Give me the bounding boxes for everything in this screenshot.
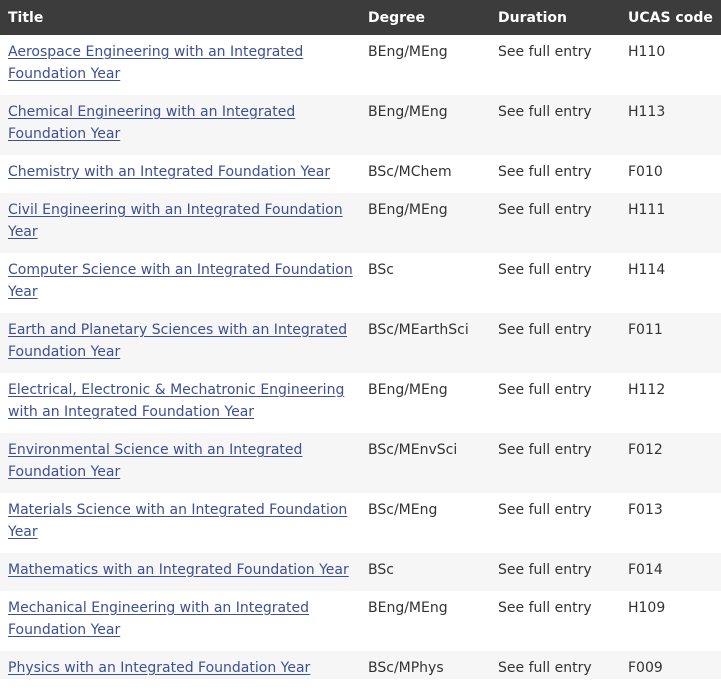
table-row: Mechanical Engineering with an Integrate… [0,591,721,651]
header-ucas-code: UCAS code [628,9,713,26]
header-row: Title Degree Duration UCAS code [0,0,721,35]
ucas-code-cell: H110 [628,44,666,60]
ucas-code-cell: F012 [628,442,663,458]
table-body: Aerospace Engineering with an Integrated… [0,35,721,679]
ucas-code-cell: F009 [628,660,663,676]
table-row: Materials Science with an Integrated Fou… [0,493,721,553]
duration-cell: See full entry [498,262,592,278]
ucas-code-cell: H112 [628,382,666,398]
degree-cell: BSc/MEng [368,502,438,518]
degree-cell: BEng/MEng [368,202,448,218]
ucas-code-cell: F014 [628,562,663,578]
table-row: Electrical, Electronic & Mechatronic Eng… [0,373,721,433]
course-link[interactable]: Materials Science with an Integrated Fou… [8,502,347,540]
duration-cell: See full entry [498,164,592,180]
ucas-code-cell: H109 [628,600,666,616]
duration-cell: See full entry [498,660,592,676]
ucas-code-cell: F011 [628,322,663,338]
duration-cell: See full entry [498,442,592,458]
ucas-code-cell: H114 [628,262,666,278]
duration-cell: See full entry [498,562,592,578]
course-link[interactable]: Environmental Science with an Integrated… [8,442,302,480]
table-row: Aerospace Engineering with an Integrated… [0,35,721,95]
ucas-code-cell: H111 [628,202,666,218]
table-row: Chemistry with an Integrated Foundation … [0,155,721,193]
header-duration: Duration [498,9,568,26]
table-row: Computer Science with an Integrated Foun… [0,253,721,313]
course-link[interactable]: Mechanical Engineering with an Integrate… [8,600,309,638]
degree-cell: BEng/MEng [368,382,448,398]
header-title: Title [8,9,44,26]
course-link[interactable]: Chemistry with an Integrated Foundation … [8,164,330,180]
course-link[interactable]: Mathematics with an Integrated Foundatio… [8,562,349,578]
table-header: Title Degree Duration UCAS code [0,0,721,35]
course-title-cell: Civil Engineering with an Integrated Fou… [0,193,360,253]
table-row: Environmental Science with an Integrated… [0,433,721,493]
ucas-code-cell: H113 [628,104,666,120]
duration-cell: See full entry [498,600,592,616]
duration-cell: See full entry [498,202,592,218]
course-title-cell: Chemical Engineering with an Integrated … [0,95,360,155]
degree-cell: BEng/MEng [368,44,448,60]
degree-cell: BEng/MEng [368,600,448,616]
table-row: Civil Engineering with an Integrated Fou… [0,193,721,253]
course-title-cell: Earth and Planetary Sciences with an Int… [0,313,360,373]
degree-cell: BSc/MPhys [368,660,444,676]
degree-cell: BSc/MChem [368,164,452,180]
header-degree: Degree [368,9,426,26]
degree-cell: BSc/MEnvSci [368,442,458,458]
course-title-cell: Computer Science with an Integrated Foun… [0,253,360,313]
ucas-code-cell: F010 [628,164,663,180]
course-title-cell: Mathematics with an Integrated Foundatio… [0,553,360,591]
course-link[interactable]: Aerospace Engineering with an Integrated… [8,44,303,82]
duration-cell: See full entry [498,104,592,120]
duration-cell: See full entry [498,322,592,338]
course-title-cell: Aerospace Engineering with an Integrated… [0,35,360,95]
course-title-cell: Physics with an Integrated Foundation Ye… [0,651,360,679]
table-row: Chemical Engineering with an Integrated … [0,95,721,155]
degree-cell: BSc [368,562,394,578]
degree-cell: BSc [368,262,394,278]
course-link[interactable]: Chemical Engineering with an Integrated … [8,104,295,142]
course-link[interactable]: Earth and Planetary Sciences with an Int… [8,322,347,360]
course-link[interactable]: Physics with an Integrated Foundation Ye… [8,660,310,676]
course-title-cell: Materials Science with an Integrated Fou… [0,493,360,553]
table-row: Earth and Planetary Sciences with an Int… [0,313,721,373]
course-title-cell: Electrical, Electronic & Mechatronic Eng… [0,373,360,433]
course-link[interactable]: Civil Engineering with an Integrated Fou… [8,202,343,240]
duration-cell: See full entry [498,44,592,60]
duration-cell: See full entry [498,502,592,518]
degree-cell: BEng/MEng [368,104,448,120]
degree-cell: BSc/MEarthSci [368,322,469,338]
course-title-cell: Mechanical Engineering with an Integrate… [0,591,360,651]
course-link[interactable]: Electrical, Electronic & Mechatronic Eng… [8,382,344,420]
table-row: Mathematics with an Integrated Foundatio… [0,553,721,591]
course-title-cell: Environmental Science with an Integrated… [0,433,360,493]
ucas-code-cell: F013 [628,502,663,518]
course-table: Title Degree Duration UCAS code Aerospac… [0,0,721,679]
course-link[interactable]: Computer Science with an Integrated Foun… [8,262,353,300]
course-title-cell: Chemistry with an Integrated Foundation … [0,155,360,193]
duration-cell: See full entry [498,382,592,398]
table-row: Physics with an Integrated Foundation Ye… [0,651,721,679]
